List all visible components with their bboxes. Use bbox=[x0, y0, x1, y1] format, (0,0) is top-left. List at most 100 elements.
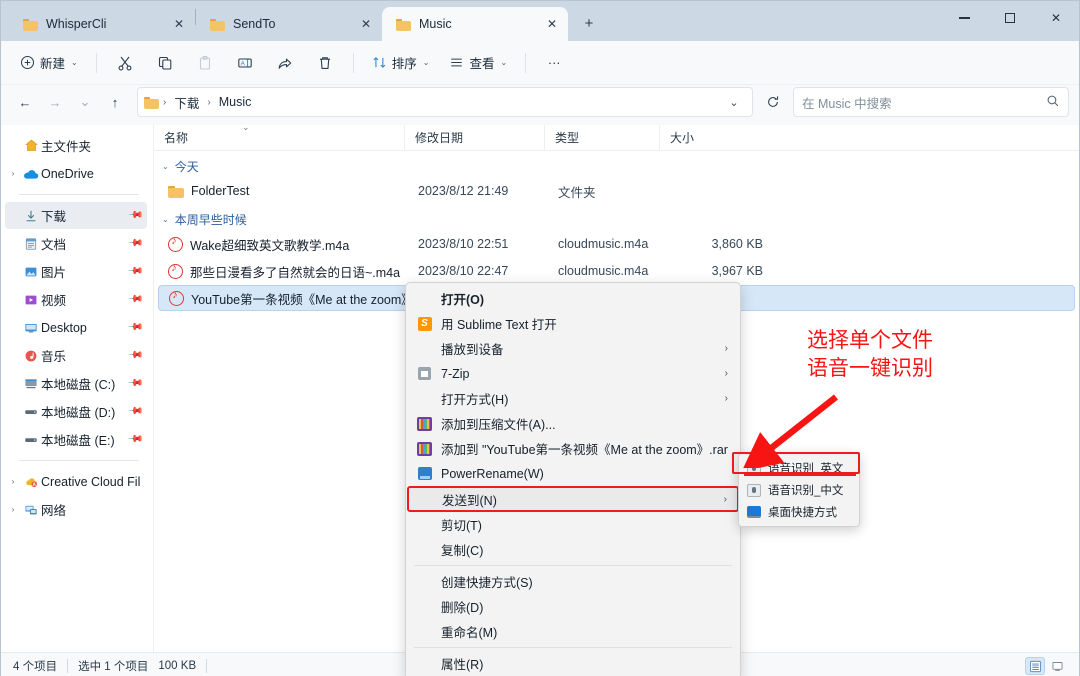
paste-button[interactable] bbox=[186, 48, 224, 78]
pin-icon[interactable]: 📌 bbox=[126, 347, 143, 364]
view-button[interactable]: 查看 ⌄ bbox=[440, 48, 516, 78]
sidebar-item-label: 下载 bbox=[41, 210, 67, 224]
sidebar-item-network[interactable]: › 网络 bbox=[5, 496, 147, 523]
new-tab-button[interactable]: + bbox=[574, 8, 604, 38]
share-button[interactable] bbox=[266, 48, 304, 78]
sidebar-item-home[interactable]: 主文件夹 bbox=[5, 132, 147, 159]
no-icon bbox=[416, 390, 433, 407]
table-row[interactable]: FolderTest 2023/8/12 21:49 文件夹 bbox=[158, 178, 1075, 204]
file-type-cell: 文件夹 bbox=[558, 185, 596, 200]
context-menu-item-copy[interactable]: 复制(C) bbox=[408, 537, 738, 562]
group-header-today[interactable]: ⌄ 今天 bbox=[154, 155, 1079, 177]
context-menu-label: 发送到(N) bbox=[442, 493, 497, 508]
rename-button[interactable]: A bbox=[226, 48, 264, 78]
sidebar-item-documents[interactable]: 文档 📌 bbox=[5, 230, 147, 257]
sidebar-item-onedrive[interactable]: › OneDrive bbox=[5, 160, 147, 187]
breadcrumb-item-music[interactable]: Music bbox=[215, 93, 256, 111]
new-button[interactable]: 新建 ⌄ bbox=[11, 48, 87, 78]
address-dropdown-icon[interactable]: ⌄ bbox=[722, 90, 746, 114]
context-menu-item-open[interactable]: 打开(O) bbox=[408, 286, 738, 311]
large-icons-view-toggle[interactable] bbox=[1047, 657, 1067, 675]
submenu-item-desktop-shortcut[interactable]: 桌面快捷方式 bbox=[739, 501, 859, 523]
context-menu-item-cast-to-device[interactable]: 播放到设备 › bbox=[408, 336, 738, 361]
context-menu-item-7zip[interactable]: 7-Zip › bbox=[408, 361, 738, 386]
context-menu-item-send-to[interactable]: 发送到(N) › bbox=[407, 486, 739, 512]
cut-button[interactable] bbox=[106, 48, 144, 78]
tab-close-icon[interactable]: ✕ bbox=[542, 14, 562, 34]
sidebar-item-pictures[interactable]: 图片 📌 bbox=[5, 258, 147, 285]
column-header-size[interactable]: 大小 bbox=[659, 124, 739, 151]
context-menu-item-powerrename[interactable]: PowerRename(W) bbox=[408, 461, 738, 486]
up-button[interactable]: ↑ bbox=[101, 88, 129, 116]
context-menu-label: 7-Zip bbox=[441, 366, 470, 381]
pin-icon[interactable]: 📌 bbox=[126, 375, 143, 392]
column-header-type[interactable]: 类型 bbox=[544, 124, 659, 151]
table-row[interactable]: Wake超细致英文歌教学.m4a 2023/8/10 22:51 cloudmu… bbox=[158, 231, 1075, 257]
copy-button[interactable] bbox=[146, 48, 184, 78]
breadcrumb[interactable]: › 下载 › Music ⌄ bbox=[137, 87, 753, 117]
pin-icon[interactable]: 📌 bbox=[126, 319, 143, 336]
context-menu-item-delete[interactable]: 删除(D) bbox=[408, 594, 738, 619]
back-button[interactable]: ← bbox=[11, 88, 39, 116]
powerrename-icon bbox=[416, 465, 433, 482]
context-menu-item-open-with[interactable]: 打开方式(H) › bbox=[408, 386, 738, 411]
column-header-name[interactable]: 名称 ⌄ bbox=[154, 122, 404, 151]
expander-icon[interactable]: › bbox=[5, 477, 21, 486]
tab-close-icon[interactable]: ✕ bbox=[169, 14, 189, 34]
table-row[interactable]: 那些日漫看多了自然就会的日语~.m4a 2023/8/10 22:47 clou… bbox=[158, 258, 1075, 284]
sidebar-item-videos[interactable]: 视频 📌 bbox=[5, 286, 147, 313]
forward-button[interactable]: → bbox=[41, 88, 69, 116]
breadcrumb-item-downloads[interactable]: 下载 bbox=[170, 91, 203, 114]
pin-icon[interactable]: 📌 bbox=[126, 431, 143, 448]
refresh-button[interactable] bbox=[758, 87, 788, 117]
recent-locations-button[interactable]: ⌄ bbox=[71, 88, 99, 116]
folder-icon bbox=[396, 18, 411, 31]
context-menu-item-properties[interactable]: 属性(R) bbox=[408, 651, 738, 676]
sidebar-item-desktop[interactable]: Desktop 📌 bbox=[5, 314, 147, 341]
group-header-earlier-this-week[interactable]: ⌄ 本周早些时候 bbox=[154, 208, 1079, 230]
chevron-right-icon: › bbox=[724, 343, 728, 354]
sidebar-item-creative-cloud-files[interactable]: › Creative Cloud Files bbox=[5, 468, 147, 495]
column-header-date[interactable]: 修改日期 bbox=[404, 124, 544, 151]
context-menu-item-open-with-sublime[interactable]: S 用 Sublime Text 打开 bbox=[408, 311, 738, 336]
annotation-line-1: 选择单个文件 bbox=[807, 328, 933, 352]
winrar-icon bbox=[416, 415, 433, 432]
drive-c-icon bbox=[21, 377, 41, 390]
details-view-toggle[interactable] bbox=[1025, 657, 1045, 675]
context-menu-item-add-to-named-rar[interactable]: 添加到 "YouTube第一条视频《Me at the zoom》.rar"(T… bbox=[408, 436, 738, 461]
maximize-button[interactable] bbox=[987, 1, 1033, 35]
pin-icon[interactable]: 📌 bbox=[126, 207, 143, 224]
pin-icon[interactable]: 📌 bbox=[126, 263, 143, 280]
context-menu-label: 属性(R) bbox=[441, 658, 484, 672]
tab-sendto[interactable]: SendTo ✕ bbox=[196, 7, 382, 41]
expander-icon[interactable]: › bbox=[5, 169, 21, 178]
delete-icon bbox=[319, 56, 330, 69]
annotation-line-2: 语音一键识别 bbox=[807, 355, 933, 380]
tab-whispercli[interactable]: WhisperCli ✕ bbox=[9, 7, 195, 41]
context-menu-item-rename[interactable]: 重命名(M) bbox=[408, 619, 738, 644]
file-name-cell: FolderTest bbox=[168, 184, 418, 198]
tab-close-icon[interactable]: ✕ bbox=[356, 14, 376, 34]
minimize-button[interactable] bbox=[941, 1, 987, 35]
sidebar-item-music[interactable]: 音乐 📌 bbox=[5, 342, 147, 369]
pin-icon[interactable]: 📌 bbox=[126, 291, 143, 308]
pin-icon[interactable]: 📌 bbox=[126, 235, 143, 252]
sort-button[interactable]: 排序 ⌄ bbox=[363, 48, 439, 78]
search-input[interactable]: 在 Music 中搜索 bbox=[793, 87, 1069, 117]
sidebar-item-downloads[interactable]: 下载 📌 bbox=[5, 202, 147, 229]
pin-icon[interactable]: 📌 bbox=[126, 403, 143, 420]
sidebar-item-drive-d[interactable]: 本地磁盘 (D:) 📌 bbox=[5, 398, 147, 425]
context-menu-item-cut[interactable]: 剪切(T) bbox=[408, 512, 738, 537]
tab-music[interactable]: Music ✕ bbox=[382, 7, 568, 41]
expander-icon[interactable]: › bbox=[5, 505, 21, 514]
context-menu-item-create-shortcut[interactable]: 创建快捷方式(S) bbox=[408, 569, 738, 594]
close-button[interactable]: ✕ bbox=[1033, 1, 1079, 35]
more-options-button[interactable]: ··· bbox=[535, 48, 573, 78]
chevron-down-icon[interactable]: ⌄ bbox=[162, 215, 169, 224]
context-menu-item-add-to-archive[interactable]: 添加到压缩文件(A)... bbox=[408, 411, 738, 436]
chevron-down-icon[interactable]: ⌄ bbox=[162, 162, 169, 171]
delete-button[interactable] bbox=[306, 48, 344, 78]
sidebar-item-drive-c[interactable]: 本地磁盘 (C:) 📌 bbox=[5, 370, 147, 397]
sidebar-item-drive-e[interactable]: 本地磁盘 (E:) 📌 bbox=[5, 426, 147, 453]
submenu-item-speech-recognition-chinese[interactable]: 语音识别_中文 bbox=[739, 479, 859, 501]
